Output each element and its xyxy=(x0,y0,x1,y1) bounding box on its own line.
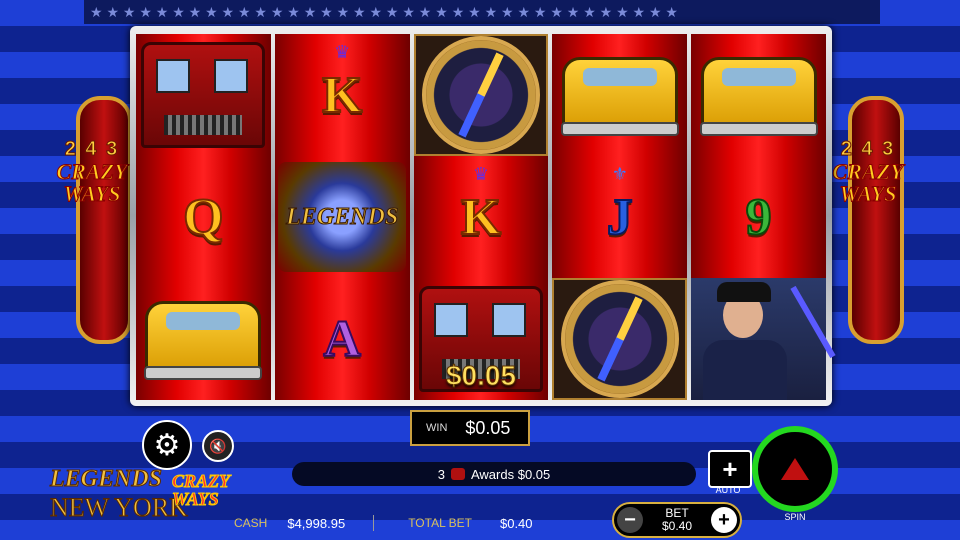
police-officer-icon xyxy=(691,278,836,400)
logo-crazy-ways: CRAZY WAYS xyxy=(171,471,231,509)
ways-text: WAYS xyxy=(839,181,897,206)
taxi-icon xyxy=(560,57,679,136)
symbol-compass xyxy=(552,278,688,400)
reel-3: ♛ K $0.05 xyxy=(413,34,549,400)
cash-label: CASH xyxy=(234,516,268,530)
total-bet-label: TOTAL BET xyxy=(408,516,472,530)
bet-control: − BET $0.40 + xyxy=(612,502,742,538)
symbol-k: ♛ K xyxy=(414,156,549,278)
spin-button[interactable] xyxy=(752,426,838,512)
symbol-train: $0.05 xyxy=(414,278,549,400)
logo-crazy: CRAZY xyxy=(171,471,231,491)
symbol-9: 9 xyxy=(691,156,826,278)
taxi-icon xyxy=(144,301,263,380)
symbol-j: ⚜ J xyxy=(552,156,687,278)
bet-increase-button[interactable]: + xyxy=(711,507,737,533)
speaker-muted-icon: 🔇 xyxy=(209,437,227,454)
symbol-letter: 9 xyxy=(745,188,773,247)
symbol-letter: A xyxy=(322,310,362,369)
symbol-letter: Q xyxy=(182,188,224,247)
symbol-k: ♛ K xyxy=(275,34,410,156)
crown-icon: ♛ xyxy=(472,164,490,184)
crazy-ways-logo-right: 2 4 3 CRAZY WAYS xyxy=(822,138,914,234)
gear-icon: ⚙ xyxy=(153,428,181,462)
fleur-de-lis-icon: ⚜ xyxy=(611,164,628,184)
reel-1: Q xyxy=(136,34,271,400)
symbol-train xyxy=(136,34,271,156)
total-bet-value: $0.40 xyxy=(499,515,533,531)
ways-count: 2 4 3 xyxy=(64,138,120,161)
symbol-q: Q xyxy=(136,156,271,278)
taxi-icon xyxy=(699,57,818,136)
balance-bar: CASH $4,998.95 TOTAL BET $0.40 xyxy=(220,512,620,534)
reel-4: ⚜ J xyxy=(552,34,688,400)
win-label: WIN xyxy=(426,422,448,434)
crown-icon: ♛ xyxy=(334,42,351,62)
bet-decrease-button[interactable]: − xyxy=(617,507,643,533)
cash-value: $4,998.95 xyxy=(287,515,346,531)
spin-arrow-icon xyxy=(781,458,809,480)
crazy-text: CRAZY xyxy=(832,159,904,184)
compass-icon xyxy=(421,36,540,154)
bet-display: BET $0.40 xyxy=(662,507,692,533)
reel-2: ♛ K LEGENDS A xyxy=(274,34,410,400)
ways-count: 2 4 3 xyxy=(840,138,896,161)
win-message-bar: 3 Awards $0.05 xyxy=(292,462,696,486)
compass-icon xyxy=(560,280,679,398)
legends-text: LEGENDS xyxy=(286,203,399,230)
logo-ways: WAYS xyxy=(172,489,220,509)
symbol-a: A xyxy=(275,278,410,400)
divider xyxy=(373,515,375,531)
symbol-taxi xyxy=(136,278,271,400)
win-display: WIN $0.05 xyxy=(410,410,530,446)
symbol-count: 3 xyxy=(437,466,445,482)
crazy-text: CRAZY xyxy=(56,159,128,184)
train-icon xyxy=(141,42,266,148)
reel-5: 9 xyxy=(691,34,836,400)
symbol-taxi xyxy=(552,34,687,156)
bet-value: $0.40 xyxy=(661,519,693,533)
train-icon xyxy=(450,468,465,480)
ways-text: WAYS xyxy=(63,181,121,206)
symbol-taxi xyxy=(691,34,826,156)
award-text: Awards $0.05 xyxy=(470,466,551,482)
symbol-legends-wild: LEGENDS xyxy=(275,156,410,278)
win-value: $0.05 xyxy=(465,417,511,438)
settings-button[interactable]: ⚙ xyxy=(142,420,192,470)
autoplay-label: AUTO xyxy=(715,485,741,495)
reel-grid: Q ♛ K LEGENDS A ♛ K $0.05 ⚜ J 9 xyxy=(136,34,836,400)
symbol-letter: K xyxy=(321,66,363,125)
autoplay-button[interactable]: + xyxy=(708,450,752,488)
win-amount-overlay: $0.05 xyxy=(445,360,517,392)
symbol-letter: J xyxy=(606,188,634,247)
legends-globe-icon: LEGENDS xyxy=(278,162,407,272)
symbol-letter: K xyxy=(460,188,502,247)
symbol-compass xyxy=(413,34,549,156)
sound-toggle-button[interactable]: 🔇 xyxy=(202,430,234,462)
spin-label: SPIN xyxy=(784,512,806,522)
crazy-ways-logo-left: 2 4 3 CRAZY WAYS xyxy=(46,138,138,234)
symbol-police xyxy=(691,278,836,400)
star-banner: ★ ★ ★ ★ ★ ★ ★ ★ ★ ★ ★ ★ ★ ★ ★ ★ ★ ★ ★ ★ … xyxy=(84,0,880,24)
